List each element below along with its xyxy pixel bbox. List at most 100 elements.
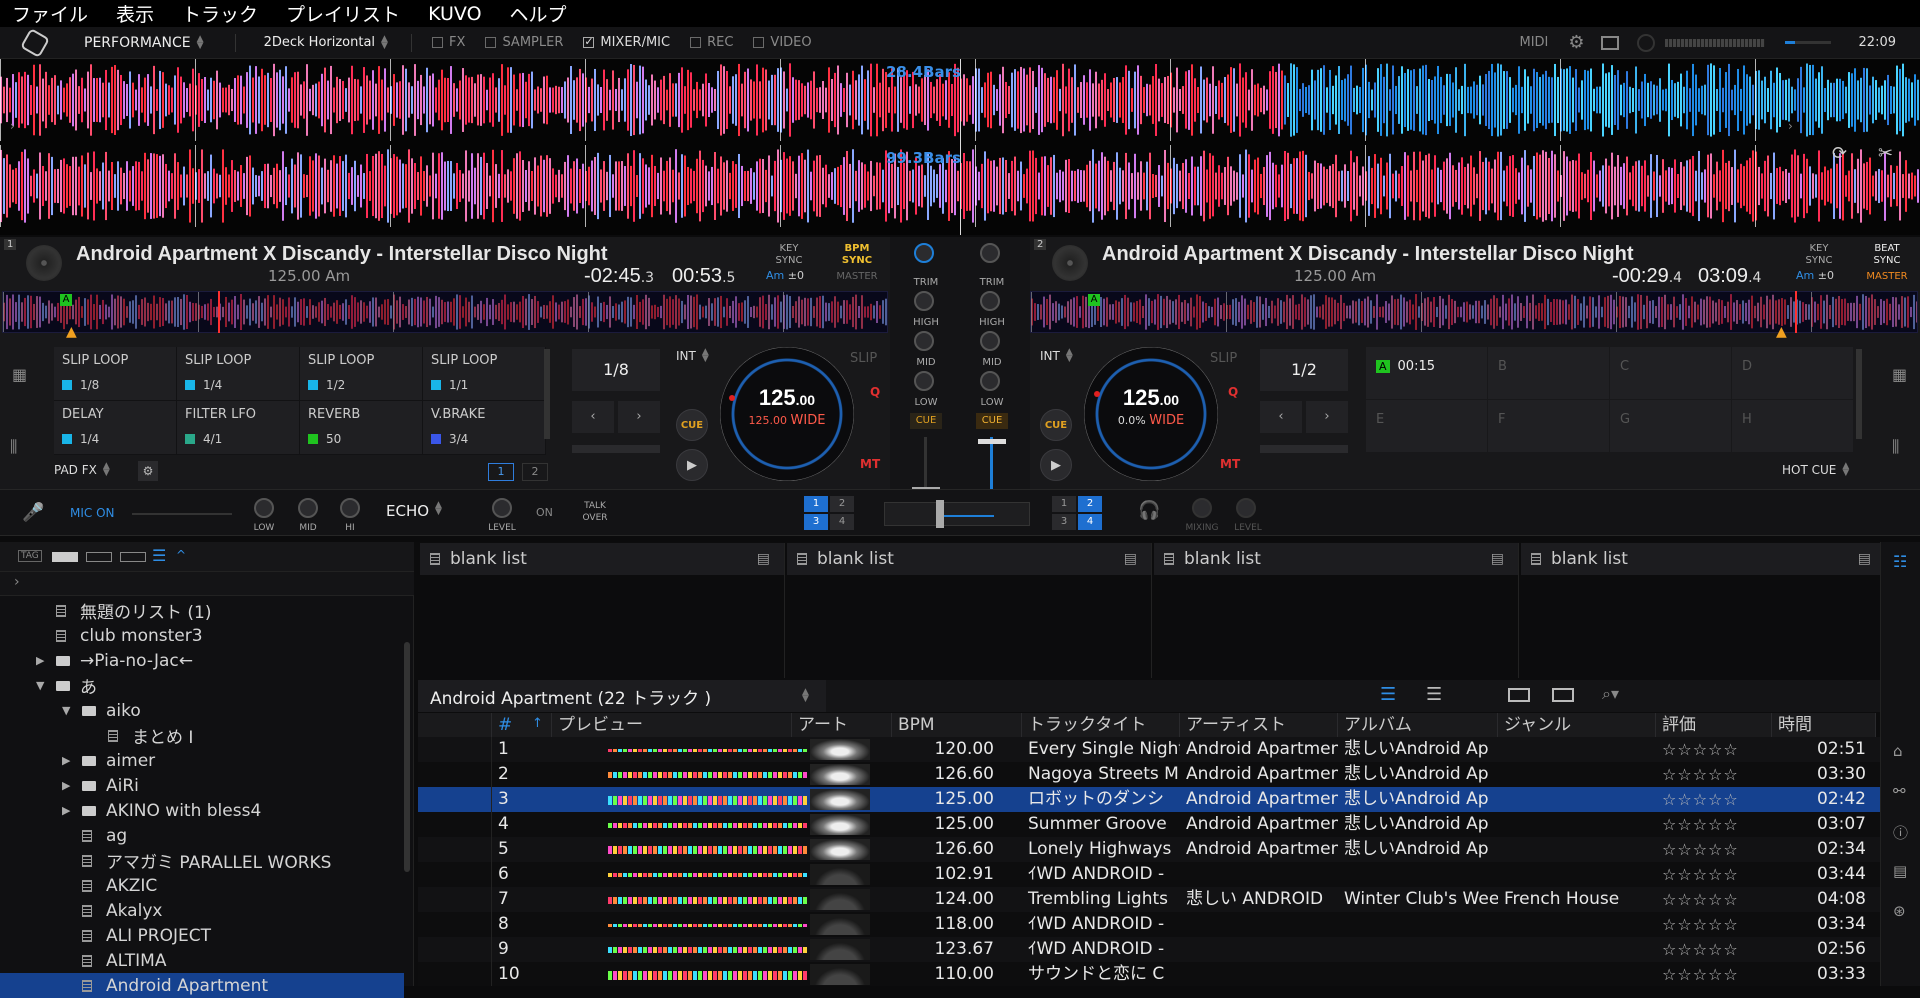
tree-item[interactable]: ▶ AiRi	[0, 773, 404, 798]
deck-assign-button[interactable]: 4	[1078, 514, 1102, 530]
search-row[interactable]: ›	[0, 572, 414, 596]
deck2-play-button[interactable]: ▶	[1040, 449, 1072, 481]
table-row[interactable]: 4 125.00 Summer Groove Android Apartmen 悲しいA…	[418, 812, 1880, 837]
menu-item[interactable]: トラック	[182, 0, 258, 27]
hot-cue-pad[interactable]: F	[1488, 400, 1609, 452]
table-row[interactable]: 5 126.60 Lonely Highways Android Apartmen 悲し…	[418, 837, 1880, 862]
table-row[interactable]: 3 125.00 ロボットのダンシ Android Apartmen 悲しいAndroi…	[418, 787, 1880, 812]
preview-waveform[interactable]	[608, 795, 808, 805]
column-header[interactable]: アート	[792, 713, 892, 737]
detail-list-icon[interactable]: ☰	[1380, 684, 1396, 705]
deck-assign-button[interactable]: 3	[804, 514, 828, 530]
preview-waveform[interactable]	[608, 820, 808, 830]
deck1-slip-button[interactable]: SLIP	[850, 351, 877, 366]
preview-view-icon[interactable]	[1552, 688, 1574, 702]
mic-level-slider[interactable]	[132, 513, 232, 515]
deck-assign-button[interactable]: 1	[1052, 496, 1076, 512]
ch2-fader-cap[interactable]	[978, 439, 1006, 444]
hot-cue-pad[interactable]: E	[1366, 400, 1487, 452]
column-header[interactable]: ジャンル	[1498, 713, 1656, 737]
info-icon[interactable]: ⓘ	[1893, 822, 1908, 843]
hot-cue-pad[interactable]: G	[1610, 400, 1731, 452]
settings-gear-icon[interactable]: ⚙	[1568, 32, 1584, 53]
tree-item[interactable]: 無題のリスト (1)	[0, 598, 404, 623]
deck1-loop-forward-button[interactable]: ›	[618, 401, 660, 433]
deck1-bank-2-button[interactable]: 2	[522, 463, 548, 481]
tree-item[interactable]: Akalyx	[0, 898, 404, 923]
deck2-pad-mode-select[interactable]: HOT CUE ▲ ▼	[1782, 462, 1852, 478]
fx-checkbox[interactable]: FX	[432, 35, 465, 50]
mixing-knob[interactable]	[1192, 498, 1212, 518]
layout-grid-icon[interactable]: ▦	[12, 365, 27, 384]
mode-select[interactable]: PERFORMANCE ▲ ▼	[84, 34, 207, 51]
deck1-master-tempo-button[interactable]: MT	[860, 457, 880, 471]
scissors-icon[interactable]: ✂	[1878, 143, 1893, 164]
zoom-left-icon[interactable]: ›	[10, 119, 15, 133]
tree-item[interactable]: ▼ aiko	[0, 698, 404, 723]
column-header[interactable]: アルバム	[1338, 713, 1498, 737]
preview-waveform[interactable]	[608, 870, 808, 880]
deck1-master-button[interactable]: MASTER	[832, 271, 882, 283]
column-header[interactable]: #	[492, 713, 552, 737]
tree-item[interactable]: AKZIC	[0, 873, 404, 898]
deck2-cue-marker[interactable]: A	[1088, 294, 1100, 306]
microphone-icon[interactable]: 🎤	[22, 502, 44, 523]
view-single-icon[interactable]	[52, 552, 78, 562]
tree-item[interactable]: ▶ aimer	[0, 748, 404, 773]
deck1-loop-length[interactable]: 1/8	[572, 349, 660, 391]
ch1-low-knob[interactable]	[914, 371, 934, 391]
rec-checkbox[interactable]: REC	[690, 35, 733, 50]
deck2-slip-button[interactable]: SLIP	[1210, 351, 1237, 366]
deck2-jog-display[interactable]: 125.00 0.0% WIDE	[1084, 347, 1218, 481]
zoom-right-icon[interactable]: ›	[1788, 119, 1793, 133]
related-tracks-icon[interactable]: ☷	[1893, 552, 1907, 571]
hot-cue-pad[interactable]: D	[1732, 347, 1853, 399]
echo-level-knob[interactable]	[492, 498, 512, 518]
tree-item[interactable]: ALI PROJECT	[0, 923, 404, 948]
mic-on-button[interactable]: MIC ON	[70, 506, 115, 520]
pad-fx-cell[interactable]: REVERB 50	[300, 401, 423, 455]
pad-fx-cell[interactable]: SLIP LOOP 1/2	[300, 347, 423, 401]
deck2-cue-button[interactable]: CUE	[1040, 409, 1072, 441]
monitor-icon[interactable]	[1600, 35, 1619, 50]
expand-arrow-icon[interactable]: ▶	[36, 654, 56, 667]
table-row[interactable]: 6 102.91 ｲWD ANDROID - ☆☆☆☆☆ 03:44	[418, 862, 1880, 887]
view-triple-icon[interactable]	[120, 552, 146, 562]
pad-fx-cell[interactable]: SLIP LOOP 1/4	[177, 347, 300, 401]
ch2-fader[interactable]	[990, 437, 993, 493]
crossfader-knob[interactable]	[936, 500, 944, 528]
list-view-icon[interactable]: ☰	[152, 546, 166, 565]
blank-list-panel[interactable]: blank list ▤	[787, 543, 1152, 678]
expand-arrow-icon[interactable]: ▶	[62, 804, 82, 817]
deck1-overview-waveform[interactable]	[2, 291, 888, 333]
rekordbox-logo-icon[interactable]	[19, 27, 51, 58]
mixer-checkbox[interactable]: MIXER/MIC	[583, 35, 670, 50]
tree-item[interactable]: ▶ →Pia-no-Jac←	[0, 648, 404, 673]
ch1-fader[interactable]	[924, 437, 927, 493]
hot-cue-pad[interactable]: H	[1732, 400, 1853, 452]
preview-waveform[interactable]	[608, 745, 808, 755]
pad-fx-cell[interactable]: V.BRAKE 3/4	[423, 401, 546, 455]
ch1-trim-knob[interactable]	[914, 243, 934, 263]
deck2-loop-forward-button[interactable]: ›	[1306, 401, 1348, 433]
deck1-bpm-sync-button[interactable]: BPM SYNC	[832, 243, 882, 267]
blank-list-panel[interactable]: blank list ▤	[1521, 543, 1886, 678]
deck1-vu-icon[interactable]: ⫼	[10, 437, 17, 457]
column-header[interactable]: プレビュー	[552, 713, 792, 737]
deck1-cue-button[interactable]: CUE	[676, 409, 708, 441]
deck1-pad-mode-select[interactable]: PAD FX ▲ ▼	[54, 462, 113, 478]
list-menu-icon[interactable]: ▤	[1491, 551, 1504, 567]
deck-assign-button[interactable]: 2	[830, 496, 854, 512]
echo-select[interactable]: ECHO ▲ ▼	[386, 501, 445, 521]
tree-item[interactable]: ALTIMA	[0, 948, 404, 973]
compact-list-icon[interactable]: ☰	[1426, 684, 1442, 705]
ch2-trim-knob[interactable]	[980, 243, 1000, 263]
video-checkbox[interactable]: VIDEO	[753, 35, 812, 50]
deck2-key-sync-button[interactable]: KEY SYNC	[1794, 243, 1844, 267]
hot-cue-pad[interactable]: C	[1610, 347, 1731, 399]
deck1-bank-1-button[interactable]: 1	[488, 463, 514, 481]
expand-arrow-icon[interactable]: ▶	[62, 754, 82, 767]
menu-item[interactable]: ファイル	[12, 0, 88, 27]
talkover-button[interactable]: TALK OVER	[576, 500, 614, 524]
mic-mid-knob[interactable]	[298, 498, 318, 518]
